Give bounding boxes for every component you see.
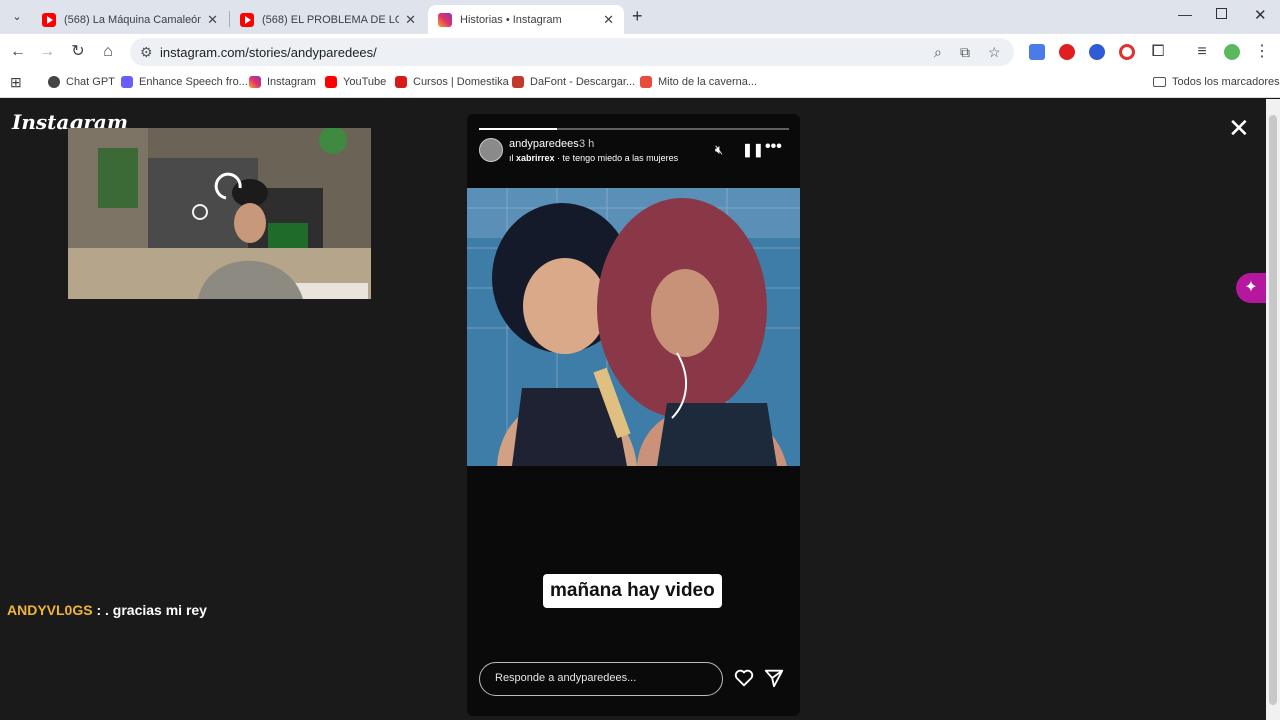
navigation-bar: ← → ↻ ⌂ ⚙ instagram.com/stories/andypare…: [0, 34, 1280, 70]
music-bars-icon: ıl: [509, 153, 517, 163]
close-tab-icon[interactable]: ✕: [405, 12, 416, 28]
bookmark-mito-caverna[interactable]: Mito de la caverna...: [640, 76, 757, 88]
story-image: [467, 188, 800, 466]
chat-text: : . gracias mi rey: [92, 602, 207, 618]
reply-input[interactable]: Responde a andyparedees...: [479, 662, 723, 696]
zoom-icon[interactable]: ⌕: [934, 44, 942, 61]
tab-title: (568) EL PROBLEMA DE LOS STI: [262, 13, 399, 26]
story-username[interactable]: andyparedees: [509, 138, 579, 150]
webcam-overlay: [68, 128, 371, 299]
mute-icon[interactable]: 🔇︎: [715, 142, 723, 158]
bookmark-domestika[interactable]: Cursos | Domestika: [395, 76, 509, 88]
youtube-icon: [42, 12, 56, 27]
bookmark-dafont[interactable]: DaFont - Descargar...: [512, 76, 635, 88]
restore-icon[interactable]: [1216, 8, 1227, 19]
tab-title: Historias • Instagram: [460, 13, 562, 26]
story-viewer[interactable]: andyparedees 3 h ıl xabrirrex · te tengo…: [467, 114, 800, 716]
record-extension-icon[interactable]: [1119, 44, 1135, 60]
tab-title: (568) La Máquina Camaleón - M: [64, 13, 202, 26]
instagram-icon: [438, 12, 452, 27]
forward-icon[interactable]: →: [37, 42, 57, 62]
music-title: · te tengo miedo a las mujeres: [557, 153, 679, 163]
story-music[interactable]: ıl xabrirrex · te tengo miedo a las muje…: [509, 153, 678, 163]
translate-extension-icon[interactable]: [1029, 44, 1045, 60]
apps-grid-icon[interactable]: ⊞: [10, 74, 22, 91]
chat-username: ANDYVL0GS: [7, 602, 93, 618]
reload-icon[interactable]: ↻: [68, 42, 88, 62]
extensions-puzzle-icon[interactable]: ⧠: [1148, 42, 1168, 62]
tab-youtube-2[interactable]: (568) EL PROBLEMA DE LOS STI ✕: [230, 5, 426, 34]
site-info-icon[interactable]: ⚙: [140, 44, 153, 61]
chat-message: ANDYVL0GS : . gracias mi rey: [7, 602, 207, 618]
dafont-icon: [512, 76, 524, 88]
minimize-icon[interactable]: —: [1178, 6, 1192, 22]
tab-search-button[interactable]: ⌄: [8, 8, 26, 26]
instagram-icon: [249, 76, 261, 88]
bookmarks-bar: ⊞ Chat GPT Enhance Speech fro... Instagr…: [0, 70, 1280, 98]
home-icon[interactable]: ⌂: [98, 42, 118, 62]
music-artist: xabrirrex: [516, 153, 555, 163]
youtube-icon: [325, 76, 337, 88]
all-bookmarks[interactable]: Todos los marcadores: [1153, 76, 1280, 88]
send-icon[interactable]: [763, 667, 785, 689]
bookmark-star-icon[interactable]: ☆: [988, 44, 1001, 61]
story-caption: mañana hay video: [543, 574, 722, 608]
domestika-icon: [395, 76, 407, 88]
tab-youtube-1[interactable]: (568) La Máquina Camaleón - M ✕: [32, 5, 228, 34]
bookmark-instagram[interactable]: Instagram: [249, 76, 316, 88]
folder-icon: [1153, 77, 1166, 87]
heart-icon[interactable]: [733, 667, 755, 689]
opera-extension-icon[interactable]: [1059, 44, 1075, 60]
mito-icon: [640, 76, 652, 88]
story-timestamp: 3 h: [579, 138, 595, 150]
close-icon[interactable]: ✕: [1228, 115, 1250, 141]
bookmark-youtube[interactable]: YouTube: [325, 76, 386, 88]
profile-avatar[interactable]: [1224, 44, 1240, 60]
avatar[interactable]: [479, 138, 503, 162]
webcam-image: [68, 128, 371, 299]
more-options-icon[interactable]: •••: [765, 138, 782, 156]
bookmark-enhance-speech[interactable]: Enhance Speech fro...: [121, 76, 248, 88]
address-bar[interactable]: ⚙ instagram.com/stories/andyparedees/ ⌕ …: [130, 38, 1014, 66]
menu-kebab-icon[interactable]: ⋮: [1252, 42, 1272, 62]
install-icon[interactable]: ⧉: [960, 44, 970, 61]
story-progress-bar: [479, 128, 789, 130]
tab-bar: ⌄ (568) La Máquina Camaleón - M ✕ (568) …: [0, 0, 1280, 34]
chatgpt-icon: [48, 76, 60, 88]
story-photo: [467, 188, 800, 466]
scrollbar-thumb[interactable]: [1269, 115, 1277, 705]
media-controls-icon[interactable]: ≡: [1192, 42, 1212, 62]
tab-instagram[interactable]: Historias • Instagram ✕: [428, 5, 624, 34]
enhance-speech-icon: [121, 76, 133, 88]
close-tab-icon[interactable]: ✕: [207, 12, 218, 28]
back-icon[interactable]: ←: [8, 42, 28, 62]
close-tab-icon[interactable]: ✕: [603, 12, 614, 28]
side-widget-button[interactable]: ✦: [1236, 273, 1266, 303]
youtube-icon: [240, 12, 254, 27]
blue-extension-icon[interactable]: [1089, 44, 1105, 60]
url-text: instagram.com/stories/andyparedees/: [160, 45, 377, 60]
story-progress-fill: [479, 128, 557, 130]
bookmark-chatgpt[interactable]: Chat GPT: [48, 76, 115, 88]
close-window-icon[interactable]: ✕: [1254, 6, 1267, 24]
pause-icon[interactable]: ❚❚: [742, 142, 764, 158]
new-tab-button[interactable]: +: [632, 6, 643, 27]
reply-placeholder: Responde a andyparedees...: [495, 672, 637, 684]
